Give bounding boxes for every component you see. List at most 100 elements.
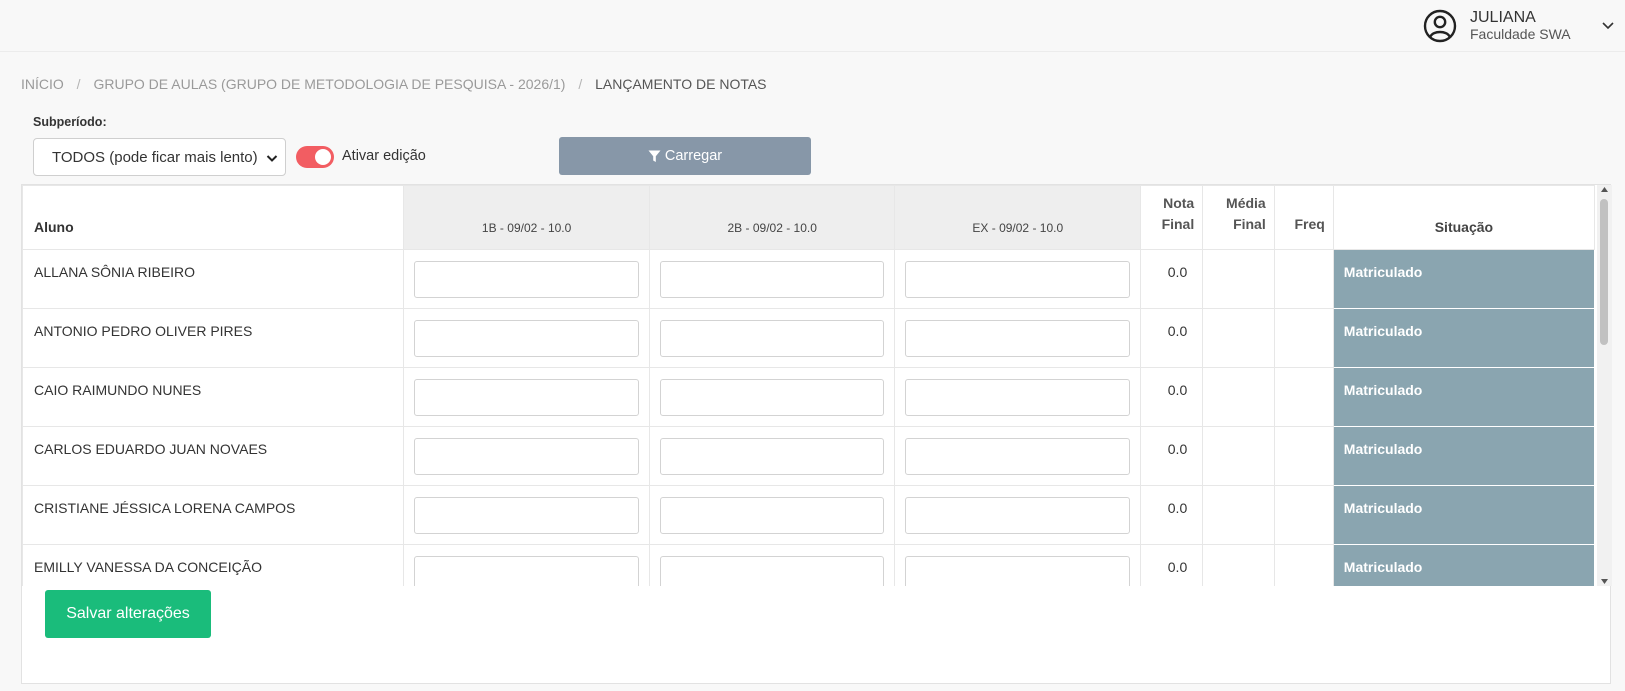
grade-ex-input[interactable]: [905, 497, 1131, 534]
grade-2b-input[interactable]: [659, 379, 885, 416]
grade-2b-cell: [648, 367, 896, 427]
situacao-cell: Matriculado: [1332, 249, 1595, 309]
grade-ex-input[interactable]: [905, 379, 1131, 416]
table-scrollbar[interactable]: [1597, 185, 1612, 586]
grade-2b-cell: [648, 426, 896, 486]
grade-1b-cell: [403, 249, 650, 309]
grade-ex-cell: [894, 485, 1142, 545]
toggle-knob: [315, 149, 331, 165]
chevron-down-icon[interactable]: [1600, 17, 1616, 33]
table-row: EMILLY VANESSA DA CONCEIÇÃO 0.0 Matriculad…: [22, 544, 1595, 586]
table-row: ANTONIO PEDRO OLIVER PIRES 0.0 Matriculado: [22, 308, 1595, 368]
subperiod-selected-value: TODOS (pode ficar mais lento): [52, 148, 258, 166]
media-final-cell: [1202, 249, 1275, 309]
table-header-row: Aluno 1B - 09/02 - 10.0 2B - 09/02 - 10.…: [22, 185, 1595, 250]
breadcrumb-separator: /: [76, 76, 81, 92]
grade-ex-cell: [894, 426, 1142, 486]
user-name: JULIANA: [1470, 9, 1536, 26]
scroll-down-arrow-icon[interactable]: [1600, 577, 1609, 586]
scroll-up-arrow-icon[interactable]: [1600, 185, 1609, 194]
user-circle-icon: [1423, 9, 1457, 43]
grade-ex-input[interactable]: [905, 261, 1131, 298]
breadcrumb-home[interactable]: INÍCIO: [21, 76, 64, 92]
student-name: CRISTIANE JÉSSICA LORENA CAMPOS: [22, 485, 405, 545]
nota-final-cell: 0.0: [1140, 249, 1204, 309]
grade-1b-cell: [403, 367, 650, 427]
nota-final-cell: 0.0: [1140, 308, 1204, 368]
column-header-nota-final: Nota Final: [1140, 185, 1204, 250]
grade-1b-cell: [403, 308, 650, 368]
column-header-situacao: Situação: [1332, 185, 1595, 250]
media-final-cell: [1202, 308, 1275, 368]
grade-1b-cell: [403, 544, 650, 586]
grade-ex-input[interactable]: [905, 320, 1131, 357]
grade-2b-input[interactable]: [659, 261, 885, 298]
user-menu[interactable]: JULIANA Faculdade SWA: [1422, 6, 1571, 46]
breadcrumb-current: LANÇAMENTO DE NOTAS: [595, 76, 767, 92]
breadcrumb-class-group[interactable]: GRUPO DE AULAS (GRUPO DE METODOLOGIA DE …: [93, 76, 565, 92]
column-header-media-final: Média Final: [1202, 185, 1275, 250]
save-changes-button[interactable]: Salvar alterações: [45, 590, 211, 638]
grade-1b-input[interactable]: [414, 320, 639, 357]
situacao-cell: Matriculado: [1332, 308, 1595, 368]
filter-icon: [648, 150, 661, 162]
subperiod-select[interactable]: TODOS (pode ficar mais lento): [33, 138, 286, 176]
table-row: CRISTIANE JÉSSICA LORENA CAMPOS 0.0 Matric…: [22, 485, 1595, 545]
situacao-cell: Matriculado: [1332, 485, 1595, 545]
grade-1b-cell: [403, 426, 650, 486]
breadcrumb-separator: /: [578, 76, 583, 92]
table-row: CARLOS EDUARDO JUAN NOVAES 0.0 Matriculado: [22, 426, 1595, 486]
grade-1b-input[interactable]: [414, 438, 639, 475]
grade-ex-cell: [894, 544, 1142, 586]
grade-1b-input[interactable]: [414, 379, 639, 416]
student-name: CARLOS EDUARDO JUAN NOVAES: [22, 426, 405, 486]
grades-panel: Aluno 1B - 09/02 - 10.0 2B - 09/02 - 10.…: [21, 184, 1612, 684]
grade-2b-input[interactable]: [659, 320, 885, 357]
column-header-2b: 2B - 09/02 - 10.0: [648, 185, 896, 250]
edit-toggle[interactable]: [296, 146, 334, 168]
grade-ex-cell: [894, 367, 1142, 427]
user-organization: Faculdade SWA: [1470, 26, 1571, 42]
scrollbar-thumb[interactable]: [1600, 199, 1608, 345]
grade-2b-input[interactable]: [659, 497, 885, 534]
grade-2b-cell: [648, 308, 896, 368]
grade-ex-input[interactable]: [905, 438, 1131, 475]
load-button-label: Carregar: [664, 148, 723, 164]
table-row: CAIO RAIMUNDO NUNES 0.0 Matriculado: [22, 367, 1595, 427]
grade-2b-input[interactable]: [659, 438, 885, 475]
freq-cell: [1273, 367, 1334, 427]
media-final-cell: [1202, 367, 1275, 427]
grade-1b-input[interactable]: [414, 261, 639, 298]
edit-toggle-label: Ativar edição: [342, 148, 426, 164]
load-button[interactable]: Carregar: [559, 137, 811, 175]
freq-cell: [1273, 544, 1334, 586]
student-name: ANTONIO PEDRO OLIVER PIRES: [22, 308, 405, 368]
grades-table: Aluno 1B - 09/02 - 10.0 2B - 09/02 - 10.…: [22, 185, 1595, 586]
grade-2b-cell: [648, 485, 896, 545]
freq-cell: [1273, 308, 1334, 368]
grade-1b-input[interactable]: [414, 556, 639, 586]
situacao-cell: Matriculado: [1332, 544, 1595, 586]
media-final-cell: [1202, 426, 1275, 486]
grade-1b-input[interactable]: [414, 497, 639, 534]
student-name: EMILLY VANESSA DA CONCEIÇÃO: [22, 544, 405, 586]
grade-2b-cell: [648, 249, 896, 309]
grade-2b-input[interactable]: [659, 556, 885, 586]
subperiod-label: Subperíodo:: [33, 115, 107, 129]
top-bar: JULIANA Faculdade SWA: [0, 0, 1625, 52]
student-name: CAIO RAIMUNDO NUNES: [22, 367, 405, 427]
grade-2b-cell: [648, 544, 896, 586]
freq-cell: [1273, 426, 1334, 486]
column-header-ex: EX - 09/02 - 10.0: [894, 185, 1142, 250]
grades-table-container[interactable]: Aluno 1B - 09/02 - 10.0 2B - 09/02 - 10.…: [22, 185, 1595, 586]
column-header-aluno[interactable]: Aluno: [22, 185, 405, 250]
media-final-cell: [1202, 544, 1275, 586]
grade-ex-input[interactable]: [905, 556, 1131, 586]
chevron-down-icon: [266, 155, 278, 162]
situacao-cell: Matriculado: [1332, 367, 1595, 427]
freq-cell: [1273, 249, 1334, 309]
situacao-cell: Matriculado: [1332, 426, 1595, 486]
nota-final-cell: 0.0: [1140, 426, 1204, 486]
nota-final-cell: 0.0: [1140, 485, 1204, 545]
grade-ex-cell: [894, 308, 1142, 368]
